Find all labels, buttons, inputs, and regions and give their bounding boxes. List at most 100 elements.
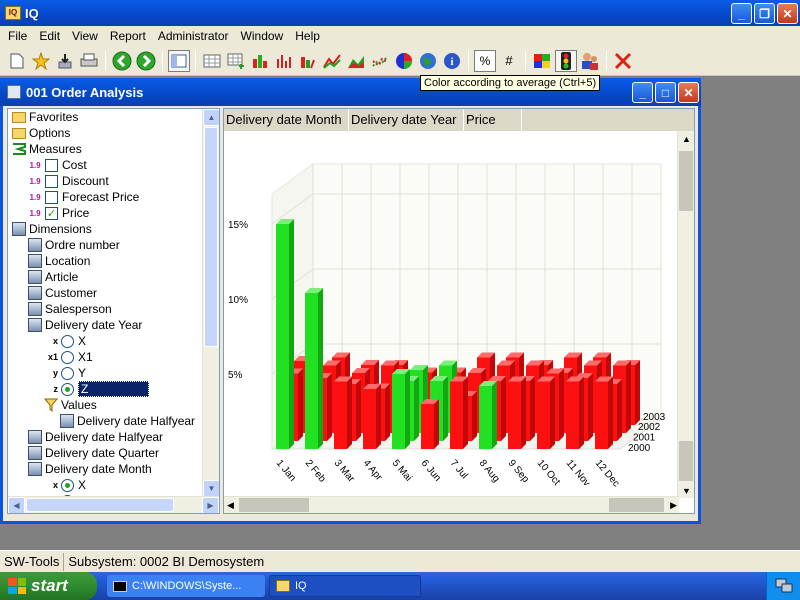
scroll-down-icon[interactable]: ▼ bbox=[203, 480, 219, 497]
tree-item[interactable]: 1.9 Forecast Price bbox=[28, 189, 139, 205]
scroll-right-icon[interactable]: ▶ bbox=[670, 500, 677, 511]
tree-item-label: X1 bbox=[78, 350, 93, 364]
globe-icon[interactable] bbox=[417, 50, 439, 72]
measure-checkbox[interactable] bbox=[45, 174, 58, 188]
tree-vertical-scrollbar[interactable]: ▲ ▼ bbox=[202, 109, 219, 497]
tree-item[interactable]: Ordre number bbox=[28, 237, 120, 253]
measure-checkbox[interactable]: ✓ bbox=[45, 206, 58, 220]
scroll-left-icon[interactable]: ◀ bbox=[227, 500, 234, 511]
axis-radio[interactable] bbox=[61, 334, 74, 348]
folder-icon bbox=[12, 127, 26, 139]
tree-item[interactable]: Salesperson bbox=[28, 301, 112, 317]
scroll-thumb[interactable] bbox=[26, 498, 174, 512]
header-delivery-month[interactable]: Delivery date Month bbox=[224, 109, 349, 131]
menu-window[interactable]: Window bbox=[235, 29, 290, 43]
download-icon[interactable] bbox=[54, 50, 76, 72]
users-icon[interactable] bbox=[579, 50, 601, 72]
tree-item[interactable]: zZ bbox=[44, 381, 150, 397]
tree-item[interactable]: Article bbox=[28, 269, 78, 285]
tree-item[interactable]: x1 X1 bbox=[44, 349, 93, 365]
scroll-track-segment[interactable] bbox=[679, 441, 693, 481]
window-close-button[interactable]: ✕ bbox=[678, 82, 699, 103]
tree-item[interactable]: yY bbox=[44, 365, 86, 381]
chart-horizontal-scrollbar[interactable]: ◀ ▶ bbox=[224, 496, 679, 513]
chart-vertical-scrollbar[interactable]: ▲ ▼ bbox=[677, 131, 694, 498]
tree-item[interactable]: Favorites bbox=[12, 109, 78, 125]
color-matrix-icon[interactable] bbox=[531, 50, 553, 72]
tooltip: Color according to average (Ctrl+5) bbox=[420, 75, 601, 91]
scroll-thumb[interactable] bbox=[239, 498, 309, 512]
start-button[interactable]: start bbox=[0, 572, 97, 600]
tree-item[interactable]: Options bbox=[12, 125, 70, 141]
menu-edit[interactable]: Edit bbox=[33, 29, 66, 43]
menu-bar: File Edit View Report Administrator Wind… bbox=[0, 26, 800, 46]
print-icon[interactable] bbox=[78, 50, 100, 72]
back-arrow-icon[interactable] bbox=[111, 50, 133, 72]
minimize-button[interactable]: _ bbox=[731, 3, 752, 24]
tree-item[interactable]: 1.9 Cost bbox=[28, 157, 86, 173]
tree-item[interactable]: Dimensions bbox=[12, 221, 92, 237]
tree-horizontal-scrollbar[interactable]: ◀ ▶ bbox=[8, 496, 219, 513]
tree-item[interactable]: xX bbox=[44, 333, 86, 349]
delete-icon[interactable] bbox=[612, 50, 634, 72]
tree-item[interactable]: Delivery date Halfyear bbox=[28, 429, 163, 445]
tree-item[interactable]: Customer bbox=[28, 285, 97, 301]
scroll-right-icon[interactable]: ▶ bbox=[202, 497, 219, 513]
tree-item[interactable]: 1.9 Discount bbox=[28, 173, 108, 189]
taskbar-item-cmd[interactable]: C:\WINDOWS\Syste... bbox=[107, 575, 265, 597]
panel-toggle-icon[interactable] bbox=[168, 49, 190, 72]
traffic-light-icon[interactable] bbox=[555, 49, 577, 72]
info-icon[interactable]: i bbox=[441, 50, 463, 72]
window-minimize-button[interactable]: _ bbox=[632, 82, 653, 103]
menu-help[interactable]: Help bbox=[289, 29, 326, 43]
close-button[interactable]: ✕ bbox=[777, 3, 798, 24]
bar-chart-icon[interactable] bbox=[273, 50, 295, 72]
scroll-thumb[interactable] bbox=[204, 127, 218, 347]
menu-report[interactable]: Report bbox=[104, 29, 152, 43]
measure-checkbox[interactable] bbox=[45, 190, 58, 204]
tree-item[interactable]: Delivery date Year bbox=[28, 317, 142, 333]
tree-item[interactable]: Location bbox=[28, 253, 90, 269]
axis-radio[interactable] bbox=[61, 366, 74, 380]
tree-item[interactable]: Delivery date Halfyear bbox=[60, 413, 195, 429]
line-chart-icon[interactable] bbox=[321, 50, 343, 72]
measure-checkbox[interactable] bbox=[45, 158, 58, 172]
tree-item-label: X bbox=[78, 334, 87, 348]
scroll-up-icon[interactable]: ▲ bbox=[682, 134, 691, 144]
scroll-down-icon[interactable]: ▼ bbox=[682, 486, 691, 496]
taskbar-item-iq[interactable]: IQ bbox=[269, 575, 421, 597]
pie-chart-icon[interactable] bbox=[393, 50, 415, 72]
menu-file[interactable]: File bbox=[2, 29, 33, 43]
scatter-chart-icon[interactable] bbox=[369, 50, 391, 72]
forward-arrow-icon[interactable] bbox=[135, 50, 157, 72]
new-document-icon[interactable] bbox=[6, 50, 28, 72]
scroll-track-segment[interactable] bbox=[609, 498, 664, 512]
favorites-star-icon[interactable] bbox=[30, 50, 52, 72]
axis-radio[interactable] bbox=[61, 382, 74, 396]
table-grid-icon[interactable] bbox=[201, 50, 223, 72]
header-delivery-year[interactable]: Delivery date Year bbox=[349, 109, 464, 131]
stacked-chart-icon[interactable] bbox=[297, 50, 319, 72]
tree-item[interactable]: Delivery date Quarter bbox=[28, 445, 159, 461]
menu-view[interactable]: View bbox=[66, 29, 104, 43]
tree-item[interactable]: Measures bbox=[12, 141, 82, 157]
tree-item[interactable]: Delivery date Month bbox=[28, 461, 152, 477]
area-chart-icon[interactable] bbox=[345, 50, 367, 72]
bar-chart-3d-icon[interactable] bbox=[249, 50, 271, 72]
window-maximize-button[interactable]: □ bbox=[655, 82, 676, 103]
scroll-left-icon[interactable]: ◀ bbox=[8, 497, 25, 513]
percent-toggle-button[interactable]: % bbox=[474, 49, 496, 72]
tree-item[interactable]: 1.9 ✓ Price bbox=[28, 205, 89, 221]
axis-radio[interactable] bbox=[61, 350, 74, 364]
absolute-number-button[interactable]: # bbox=[498, 50, 520, 72]
header-price[interactable]: Price bbox=[464, 109, 522, 131]
tree-item[interactable]: Values bbox=[44, 397, 97, 413]
tree-item[interactable]: xX bbox=[44, 477, 86, 493]
table-add-icon[interactable] bbox=[225, 50, 247, 72]
network-icon[interactable] bbox=[775, 578, 793, 594]
axis-radio[interactable] bbox=[61, 478, 74, 492]
scroll-thumb[interactable] bbox=[679, 151, 693, 211]
menu-administrator[interactable]: Administrator bbox=[152, 29, 235, 43]
restore-button[interactable]: ❐ bbox=[754, 3, 775, 24]
scroll-up-icon[interactable]: ▲ bbox=[203, 109, 219, 126]
